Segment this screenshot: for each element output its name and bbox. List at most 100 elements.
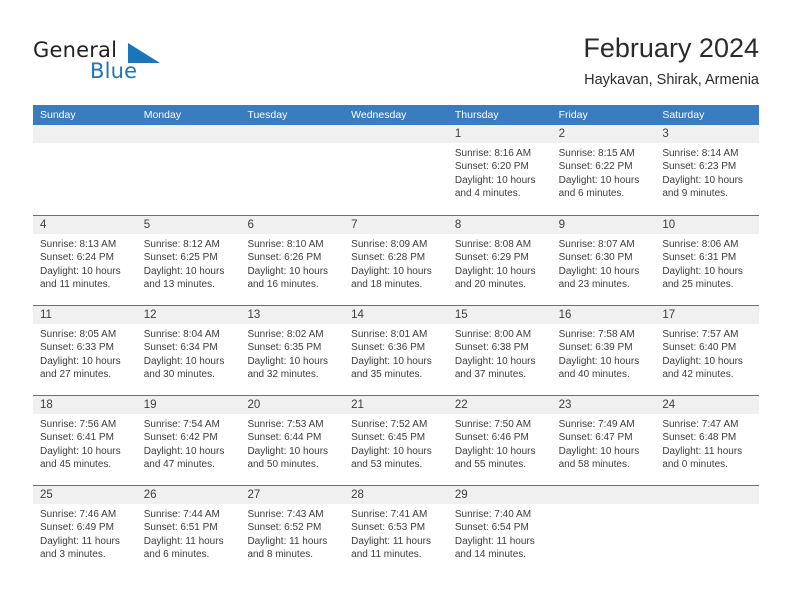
daylight-text: Daylight: 10 hours and 25 minutes. bbox=[662, 265, 743, 291]
weekday-header-monday: Monday bbox=[143, 109, 182, 121]
sunrise-text: Sunrise: 8:02 AM bbox=[247, 329, 324, 340]
day-cell[interactable]: 29 Sunrise: 7:40 AM Sunset: 6:54 PM Dayligh… bbox=[447, 486, 552, 575]
day-info: Sunrise: 8:14 AM Sunset: 6:23 PM Daylight:… bbox=[655, 143, 759, 201]
sunset-text: Sunset: 6:46 PM bbox=[454, 432, 529, 444]
day-cell[interactable]: 23 Sunrise: 7:49 AM Sunset: 6:47 PM Dayligh… bbox=[551, 396, 656, 485]
day-info: Sunrise: 7:54 AM Sunset: 6:42 PM Daylight:… bbox=[137, 414, 241, 472]
day-cell[interactable]: 19 Sunrise: 7:54 AM Sunset: 6:42 PM Dayligh… bbox=[136, 396, 241, 485]
sunrise-text: Sunrise: 8:14 AM bbox=[662, 148, 739, 159]
daylight-text: Daylight: 10 hours and 18 minutes. bbox=[351, 265, 432, 291]
day-cell[interactable]: 26 Sunrise: 7:44 AM Sunset: 6:51 PM Dayligh… bbox=[136, 486, 241, 575]
location-subtitle: Haykavan, Shirak, Armenia bbox=[584, 72, 759, 88]
daylight-text: Daylight: 11 hours and 11 minutes. bbox=[351, 535, 432, 561]
daylight-text: Daylight: 10 hours and 40 minutes. bbox=[558, 355, 640, 381]
sunrise-text: Sunrise: 7:43 AM bbox=[247, 509, 324, 520]
day-cell[interactable]: 11 Sunrise: 8:05 AM Sunset: 6:33 PM Dayligh… bbox=[33, 306, 137, 395]
day-number: 3 bbox=[662, 128, 669, 140]
day-cell[interactable]: 5 Sunrise: 8:12 AM Sunset: 6:25 PM Daylight… bbox=[136, 216, 241, 305]
day-number-band bbox=[344, 216, 448, 234]
day-number: 13 bbox=[247, 309, 261, 321]
day-number: 18 bbox=[40, 399, 53, 411]
day-cell[interactable]: 13 Sunrise: 8:02 AM Sunset: 6:35 PM Dayligh… bbox=[240, 306, 345, 395]
day-number: 24 bbox=[662, 399, 676, 411]
daylight-text: Daylight: 11 hours and 8 minutes. bbox=[247, 535, 328, 561]
day-cell[interactable]: 17 Sunrise: 7:57 AM Sunset: 6:40 PM Dayligh… bbox=[655, 306, 760, 395]
daylight-text: Daylight: 10 hours and 58 minutes. bbox=[558, 445, 640, 471]
sunrise-text: Sunrise: 7:40 AM bbox=[454, 509, 532, 520]
day-number: 6 bbox=[247, 219, 254, 231]
day-cell[interactable]: 21 Sunrise: 7:52 AM Sunset: 6:45 PM Dayligh… bbox=[344, 396, 448, 485]
daylight-text: Daylight: 10 hours and 9 minutes. bbox=[662, 174, 743, 200]
day-number: 5 bbox=[143, 219, 151, 231]
sunset-text: Sunset: 6:52 PM bbox=[247, 522, 322, 534]
day-number-band bbox=[551, 216, 656, 234]
sunrise-text: Sunrise: 7:54 AM bbox=[143, 419, 220, 430]
daylight-text: Daylight: 10 hours and 11 minutes. bbox=[40, 265, 121, 291]
daylight-text: Daylight: 11 hours and 6 minutes. bbox=[143, 535, 224, 561]
calendar-grid: Sunday Monday Tuesday Wednesday Thursday… bbox=[33, 105, 760, 575]
sunset-text: Sunset: 6:36 PM bbox=[351, 342, 426, 354]
day-number-band bbox=[447, 125, 552, 143]
day-cell-empty bbox=[136, 125, 241, 215]
day-cell[interactable]: 14 Sunrise: 8:01 AM Sunset: 6:36 PM Dayligh… bbox=[344, 306, 448, 395]
day-cell-empty bbox=[655, 486, 760, 575]
sunrise-text: Sunrise: 8:01 AM bbox=[351, 329, 428, 340]
day-info: Sunrise: 7:47 AM Sunset: 6:48 PM Daylight:… bbox=[655, 414, 759, 472]
day-number-band bbox=[240, 216, 345, 234]
day-cell[interactable]: 12 Sunrise: 8:04 AM Sunset: 6:34 PM Dayligh… bbox=[136, 306, 241, 395]
day-info: Sunrise: 8:06 AM Sunset: 6:31 PM Daylight:… bbox=[655, 234, 759, 292]
day-cell[interactable]: 24 Sunrise: 7:47 AM Sunset: 6:48 PM Dayligh… bbox=[655, 396, 760, 485]
day-cell[interactable]: 4 Sunrise: 8:13 AM Sunset: 6:24 PM Daylight… bbox=[33, 216, 137, 305]
day-cell[interactable]: 8 Sunrise: 8:08 AM Sunset: 6:29 PM Daylight… bbox=[447, 216, 552, 305]
day-number: 14 bbox=[351, 309, 364, 321]
sunset-text: Sunset: 6:22 PM bbox=[558, 161, 633, 173]
day-cell[interactable]: 7 Sunrise: 8:09 AM Sunset: 6:28 PM Daylight… bbox=[344, 216, 448, 305]
day-info: Sunrise: 8:02 AM Sunset: 6:35 PM Daylight:… bbox=[240, 324, 344, 382]
day-info: Sunrise: 8:12 AM Sunset: 6:25 PM Daylight:… bbox=[137, 234, 241, 292]
sunset-text: Sunset: 6:51 PM bbox=[143, 522, 218, 534]
day-cell[interactable]: 3 Sunrise: 8:14 AM Sunset: 6:23 PM Daylight… bbox=[655, 125, 760, 215]
sunrise-text: Sunrise: 7:41 AM bbox=[351, 509, 428, 520]
day-number-band bbox=[33, 125, 137, 143]
sunrise-text: Sunrise: 8:06 AM bbox=[662, 239, 739, 250]
daylight-text: Daylight: 10 hours and 55 minutes. bbox=[454, 445, 536, 471]
day-cell[interactable]: 15 Sunrise: 8:00 AM Sunset: 6:38 PM Dayligh… bbox=[447, 306, 552, 395]
day-cell[interactable]: 9 Sunrise: 8:07 AM Sunset: 6:30 PM Daylight… bbox=[551, 216, 656, 305]
sunrise-text: Sunrise: 8:07 AM bbox=[558, 239, 635, 250]
day-cell[interactable]: 25 Sunrise: 7:46 AM Sunset: 6:49 PM Dayligh… bbox=[33, 486, 137, 575]
day-cell[interactable]: 18 Sunrise: 7:56 AM Sunset: 6:41 PM Dayligh… bbox=[33, 396, 137, 485]
day-cell[interactable]: 27 Sunrise: 7:43 AM Sunset: 6:52 PM Dayligh… bbox=[240, 486, 345, 575]
day-info: Sunrise: 8:07 AM Sunset: 6:30 PM Daylight:… bbox=[552, 234, 656, 292]
day-cell[interactable]: 10 Sunrise: 8:06 AM Sunset: 6:31 PM Dayligh… bbox=[655, 216, 760, 305]
day-cell[interactable]: 22 Sunrise: 7:50 AM Sunset: 6:46 PM Dayligh… bbox=[447, 396, 552, 485]
day-cell[interactable]: 1 Sunrise: 8:16 AM Sunset: 6:20 PM Daylight… bbox=[447, 125, 552, 215]
daylight-text: Daylight: 10 hours and 50 minutes. bbox=[247, 445, 329, 471]
day-info: Sunrise: 7:58 AM Sunset: 6:39 PM Daylight:… bbox=[552, 324, 656, 382]
day-cell-empty bbox=[33, 125, 137, 215]
sunrise-text: Sunrise: 7:46 AM bbox=[40, 509, 117, 520]
day-cell[interactable]: 16 Sunrise: 7:58 AM Sunset: 6:39 PM Dayligh… bbox=[551, 306, 656, 395]
day-cell[interactable]: 2 Sunrise: 8:15 AM Sunset: 6:22 PM Daylight… bbox=[551, 125, 656, 215]
day-number: 22 bbox=[454, 399, 468, 411]
weekday-header-row: Sunday Monday Tuesday Wednesday Thursday… bbox=[33, 105, 759, 125]
page-header: General Blue February 2024 Haykavan, Shi… bbox=[0, 0, 792, 104]
day-number: 25 bbox=[40, 489, 53, 501]
day-info: Sunrise: 7:49 AM Sunset: 6:47 PM Daylight:… bbox=[552, 414, 656, 472]
daylight-text: Daylight: 10 hours and 4 minutes. bbox=[454, 174, 536, 200]
day-number: 1 bbox=[454, 128, 462, 140]
day-number: 4 bbox=[40, 219, 47, 231]
day-cell[interactable]: 20 Sunrise: 7:53 AM Sunset: 6:44 PM Dayligh… bbox=[240, 396, 345, 485]
daylight-text: Daylight: 10 hours and 42 minutes. bbox=[662, 355, 743, 381]
day-cell[interactable]: 6 Sunrise: 8:10 AM Sunset: 6:26 PM Daylight… bbox=[240, 216, 345, 305]
brand-logo[interactable]: General Blue bbox=[33, 38, 233, 86]
day-number: 16 bbox=[558, 309, 572, 321]
week-row: 1 Sunrise: 8:16 AM Sunset: 6:20 PM Daylight… bbox=[33, 125, 760, 215]
sunset-text: Sunset: 6:26 PM bbox=[247, 252, 322, 264]
day-info: Sunrise: 8:08 AM Sunset: 6:29 PM Daylight:… bbox=[448, 234, 552, 292]
daylight-text: Daylight: 11 hours and 14 minutes. bbox=[454, 535, 535, 561]
day-number-band bbox=[344, 125, 448, 143]
sunset-text: Sunset: 6:54 PM bbox=[454, 522, 529, 534]
daylight-text: Daylight: 10 hours and 32 minutes. bbox=[247, 355, 329, 381]
day-number-band bbox=[655, 125, 760, 143]
day-cell[interactable]: 28 Sunrise: 7:41 AM Sunset: 6:53 PM Dayligh… bbox=[344, 486, 448, 575]
